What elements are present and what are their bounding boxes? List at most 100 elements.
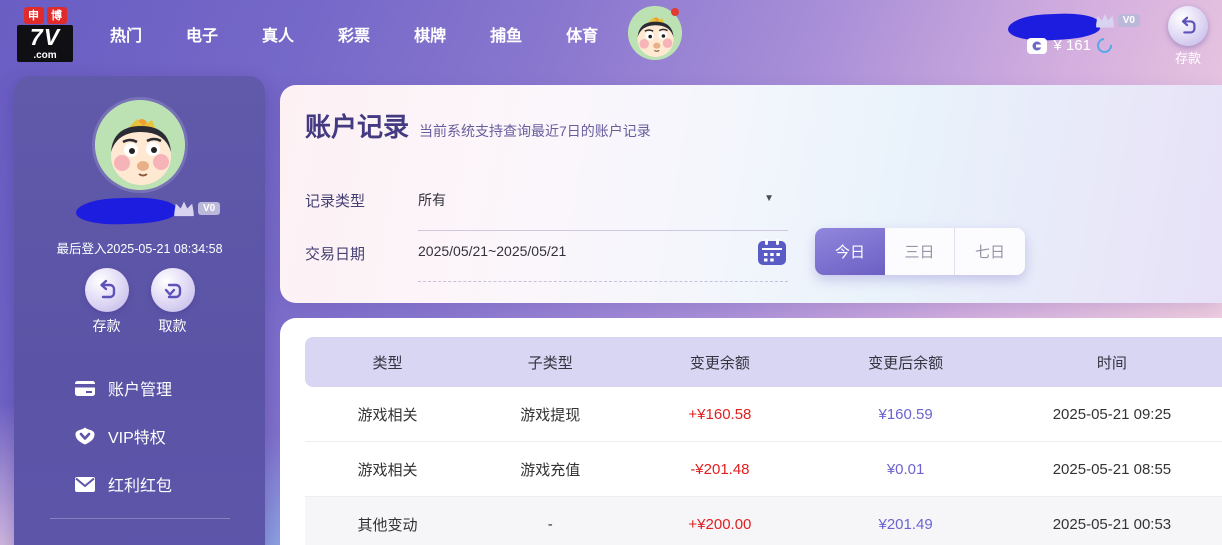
- sidebar-item-account-management[interactable]: 账户管理: [14, 364, 265, 412]
- cell-type: 游戏相关: [357, 406, 418, 424]
- record-type-row: 记录类型 所有 ▼: [305, 190, 788, 231]
- range-7day-button[interactable]: 七日: [955, 228, 1025, 275]
- site-logo[interactable]: 申 博 7V .com: [14, 6, 76, 62]
- bank-card-icon: [74, 380, 96, 396]
- sidebar-vip-badge: V0: [198, 201, 221, 215]
- account-records-card: 账户记录 当前系统支持查询最近7日的账户记录 记录类型 所有 ▼ 交易日期 20…: [280, 85, 1222, 303]
- cell-time: 2025-05-21 09:25: [1052, 405, 1172, 423]
- records-table-card: 类型 子类型 变更余额 变更后余额 时间 游戏相关 游戏提现 +¥160.58 …: [280, 318, 1222, 545]
- records-table: 类型 子类型 变更余额 变更后余额 时间 游戏相关 游戏提现 +¥160.58 …: [305, 337, 1222, 545]
- sidebar-avatar-cartoon: [94, 100, 185, 190]
- deposit-quick-label: 存款: [1174, 51, 1201, 66]
- nav-item-fishing[interactable]: 捕鱼: [490, 22, 522, 46]
- balance-row: ¥ 161: [1027, 34, 1116, 57]
- sidebar-item-label: 账户管理: [108, 382, 173, 399]
- cell-change: +¥160.58: [688, 405, 752, 423]
- sidebar-vip-level: V0: [172, 199, 221, 217]
- transaction-date-row: 交易日期 2025/05/21~2025/05/21: [305, 239, 788, 282]
- envelope-icon: [74, 476, 96, 492]
- calendar-icon[interactable]: [758, 239, 786, 265]
- range-today-button[interactable]: 今日: [815, 228, 885, 275]
- record-type-select[interactable]: 所有 ▼: [418, 190, 788, 231]
- deposit-label: 存款: [92, 318, 121, 334]
- withdraw-label: 取款: [158, 318, 187, 334]
- cell-type: 其他变动: [357, 517, 418, 534]
- record-type-label: 记录类型: [305, 193, 366, 210]
- withdraw-circle[interactable]: [150, 268, 195, 312]
- date-range-value: 2025/05/21~2025/05/21: [418, 243, 567, 259]
- cell-time: 2025-05-21 08:55: [1052, 460, 1172, 478]
- cell-change: +¥200.00: [688, 516, 752, 533]
- cell-subtype: -: [547, 516, 553, 533]
- col-type: 类型: [372, 354, 403, 372]
- crown-icon: [174, 201, 194, 217]
- sidebar-withdraw-button[interactable]: 取款: [150, 268, 195, 336]
- col-change: 变更余额: [689, 354, 750, 372]
- logo-text: 7V: [17, 24, 73, 50]
- cell-subtype: 游戏提现: [520, 406, 581, 424]
- cell-balance: ¥201.49: [878, 516, 933, 533]
- nav-user-area: V0 ¥ 161 存款: [628, 0, 1222, 68]
- user-sidebar: V0 最后登入2025-05-21 08:34:58 存款 取款 账户管理 VI…: [14, 76, 265, 545]
- transfer-arrow-icon: [99, 279, 115, 299]
- range-3day-button[interactable]: 三日: [885, 228, 955, 275]
- page-title: 账户记录: [305, 112, 410, 142]
- nav-item-chess[interactable]: 棋牌: [414, 22, 446, 46]
- cell-subtype: 游戏充值: [520, 461, 581, 479]
- nav-item-live[interactable]: 真人: [262, 22, 294, 46]
- vip-badge: V0: [1117, 13, 1140, 27]
- sidebar-item-label: VIP特权: [108, 430, 166, 447]
- logo-badge-shen: 申: [23, 6, 44, 24]
- user-avatar[interactable]: [628, 6, 682, 60]
- deposit-circle[interactable]: [84, 268, 129, 312]
- logo-suffix: .com: [17, 49, 73, 62]
- censored-username-sidebar: [75, 196, 177, 226]
- balance-amount: ¥ 161: [1053, 37, 1091, 54]
- cell-balance: ¥0.01: [886, 460, 925, 478]
- sidebar-item-label: 红利红包: [108, 478, 173, 495]
- top-nav: 申 博 7V .com 热门 电子 真人 彩票 棋牌 捕鱼 体育 优惠: [0, 0, 1222, 68]
- sidebar-item-vip-privileges[interactable]: VIP特权: [14, 412, 265, 460]
- date-range-presets: 今日 三日 七日: [815, 228, 1025, 275]
- sidebar-avatar[interactable]: [94, 100, 185, 190]
- col-time: 时间: [1096, 354, 1127, 372]
- vip-shield-icon: [74, 427, 96, 445]
- page-subtitle: 当前系统支持查询最近7日的账户记录: [419, 123, 651, 139]
- refresh-icon[interactable]: [1093, 34, 1116, 57]
- nav-item-hot[interactable]: 热门: [110, 22, 142, 46]
- sidebar-divider: [50, 518, 230, 519]
- col-subtype: 子类型: [527, 354, 573, 372]
- title-row: 账户记录 当前系统支持查询最近7日的账户记录: [305, 107, 651, 144]
- notification-dot: [671, 8, 679, 16]
- sidebar-deposit-button[interactable]: 存款: [84, 268, 129, 336]
- logo-badges: 申 博: [23, 6, 67, 24]
- chevron-down-icon[interactable]: ▼: [764, 193, 774, 204]
- sidebar-actions: 存款 取款: [14, 268, 265, 336]
- table-header-row: 类型 子类型 变更余额 变更后余额 时间: [305, 337, 1222, 387]
- cell-change: -¥201.48: [690, 460, 750, 478]
- transaction-date-label: 交易日期: [305, 246, 366, 263]
- nav-item-lottery[interactable]: 彩票: [338, 22, 370, 46]
- col-balance-after: 变更后余额: [868, 354, 944, 372]
- cell-type: 游戏相关: [357, 461, 418, 479]
- vip-level: V0: [1094, 12, 1140, 28]
- deposit-circle[interactable]: [1168, 6, 1208, 46]
- crown-icon: [1095, 14, 1114, 28]
- nav-item-sports[interactable]: 体育: [566, 22, 598, 46]
- table-row: 游戏相关 游戏充值 -¥201.48 ¥0.01 2025-05-21 08:5…: [305, 442, 1222, 497]
- sidebar-item-bonus-redpacket[interactable]: 红利红包: [14, 460, 265, 508]
- main-menu: 热门 电子 真人 彩票 棋牌 捕鱼 体育 优惠: [110, 22, 674, 46]
- last-login-text: 最后登入2025-05-21 08:34:58: [56, 242, 223, 256]
- cell-balance: ¥160.59: [878, 405, 933, 423]
- table-row: 其他变动 - +¥200.00 ¥201.49 2025-05-21 00:53: [305, 497, 1222, 545]
- record-type-value: 所有: [418, 192, 446, 208]
- date-range-input[interactable]: 2025/05/21~2025/05/21: [418, 239, 788, 282]
- nav-item-slots[interactable]: 电子: [186, 22, 218, 46]
- logo-badge-bo: 博: [46, 6, 67, 24]
- deposit-quick-button[interactable]: 存款: [1166, 6, 1210, 67]
- cell-time: 2025-05-21 00:53: [1052, 516, 1172, 533]
- sidebar-menu: 账户管理 VIP特权 红利红包: [14, 364, 265, 508]
- transfer-arrow-icon: [1181, 16, 1196, 34]
- transfer-arrow-down-icon: [164, 283, 181, 299]
- sidebar-name-row: V0: [14, 196, 265, 226]
